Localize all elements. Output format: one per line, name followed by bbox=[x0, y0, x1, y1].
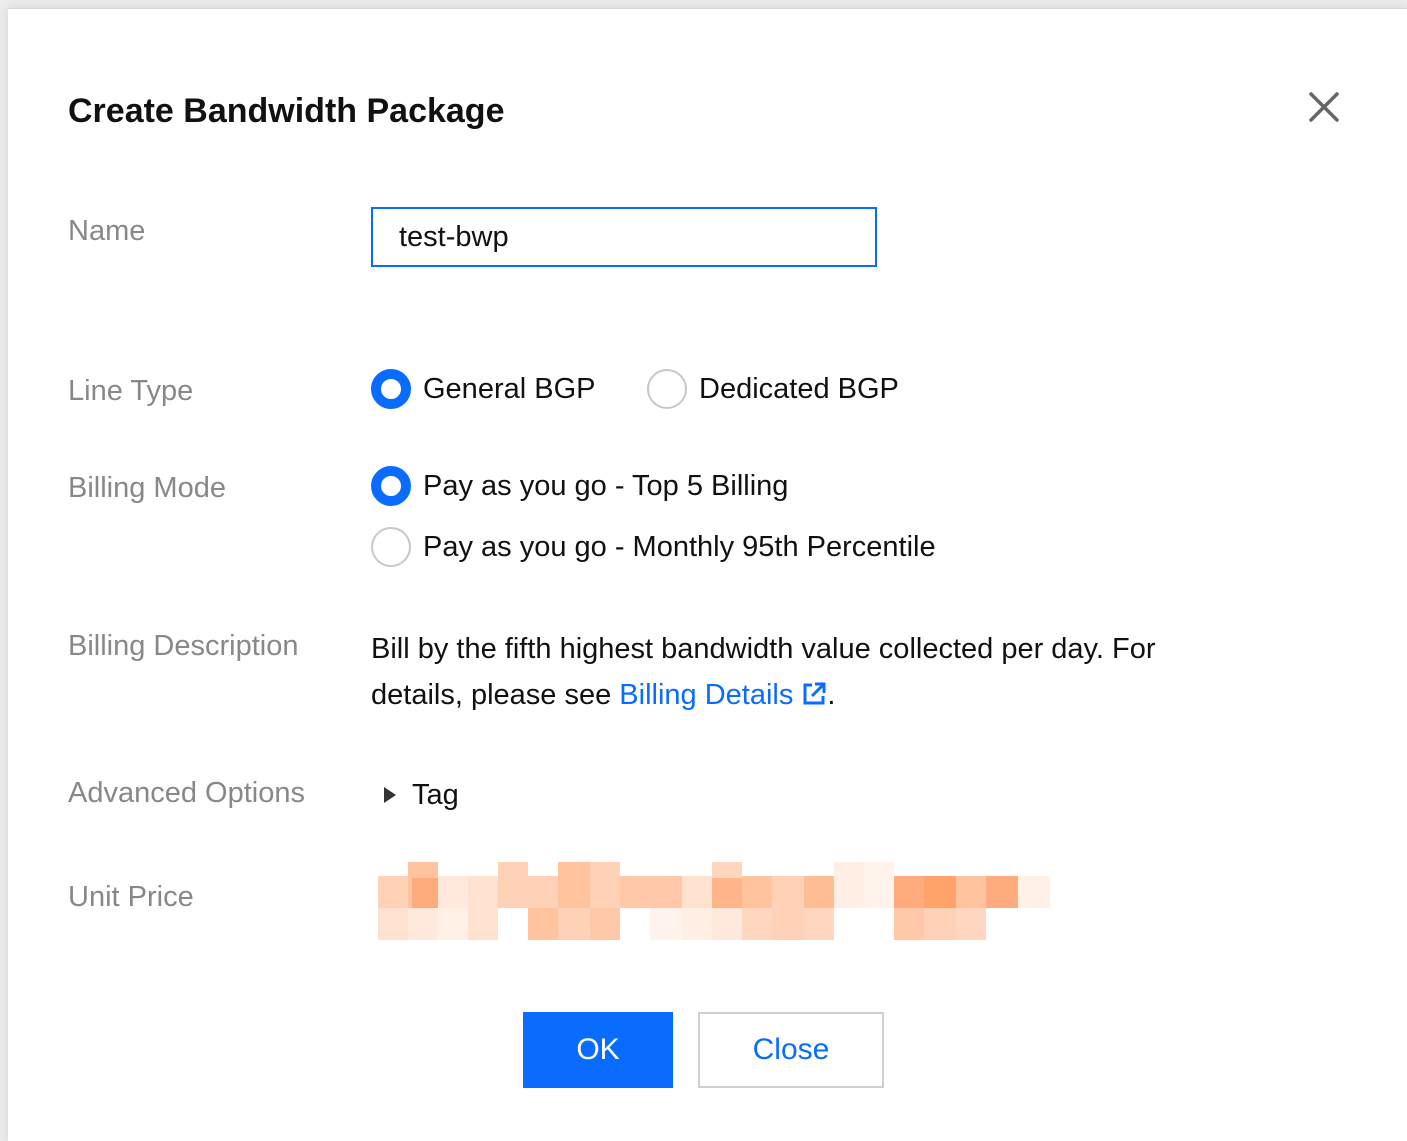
name-label: Name bbox=[68, 215, 146, 247]
billing-mode-95th-radio[interactable]: Pay as you go - Monthly 95th Percentile bbox=[371, 527, 936, 567]
billing-details-link[interactable]: Billing Details bbox=[619, 679, 827, 711]
radio-unchecked-icon bbox=[647, 369, 687, 409]
billing-description-suffix: . bbox=[827, 679, 836, 711]
create-bandwidth-package-dialog: Create Bandwidth Package Name Line Type … bbox=[8, 8, 1407, 1141]
advanced-options-label: Advanced Options bbox=[68, 777, 305, 809]
billing-mode-label: Billing Mode bbox=[68, 472, 226, 504]
triangle-right-icon bbox=[384, 787, 396, 803]
unit-price-redacted-value bbox=[378, 862, 1050, 940]
close-icon[interactable] bbox=[1306, 89, 1342, 125]
line-type-dedicated-bgp-radio[interactable]: Dedicated BGP bbox=[647, 369, 899, 409]
close-button[interactable]: Close bbox=[698, 1012, 884, 1088]
billing-description-text: Bill by the fifth highest bandwidth valu… bbox=[371, 626, 1251, 718]
radio-unchecked-icon bbox=[371, 527, 411, 567]
billing-details-link-text: Billing Details bbox=[619, 679, 794, 711]
external-link-icon bbox=[803, 682, 826, 705]
radio-label: General BGP bbox=[423, 373, 596, 405]
line-type-general-bgp-radio[interactable]: General BGP bbox=[371, 369, 595, 409]
tag-toggle-label: Tag bbox=[412, 779, 459, 811]
unit-price-label: Unit Price bbox=[68, 881, 194, 913]
radio-label: Dedicated BGP bbox=[699, 373, 899, 405]
radio-label: Pay as you go - Monthly 95th Percentile bbox=[423, 531, 936, 563]
ok-button[interactable]: OK bbox=[523, 1012, 673, 1088]
radio-label: Pay as you go - Top 5 Billing bbox=[423, 470, 789, 502]
dialog-title: Create Bandwidth Package bbox=[68, 92, 505, 130]
radio-checked-icon bbox=[371, 369, 411, 409]
tag-toggle[interactable]: Tag bbox=[384, 777, 459, 813]
line-type-label: Line Type bbox=[68, 375, 194, 407]
radio-checked-icon bbox=[371, 466, 411, 506]
name-input[interactable] bbox=[371, 207, 877, 267]
billing-mode-top5-radio[interactable]: Pay as you go - Top 5 Billing bbox=[371, 466, 788, 506]
billing-description-label: Billing Description bbox=[68, 630, 299, 662]
